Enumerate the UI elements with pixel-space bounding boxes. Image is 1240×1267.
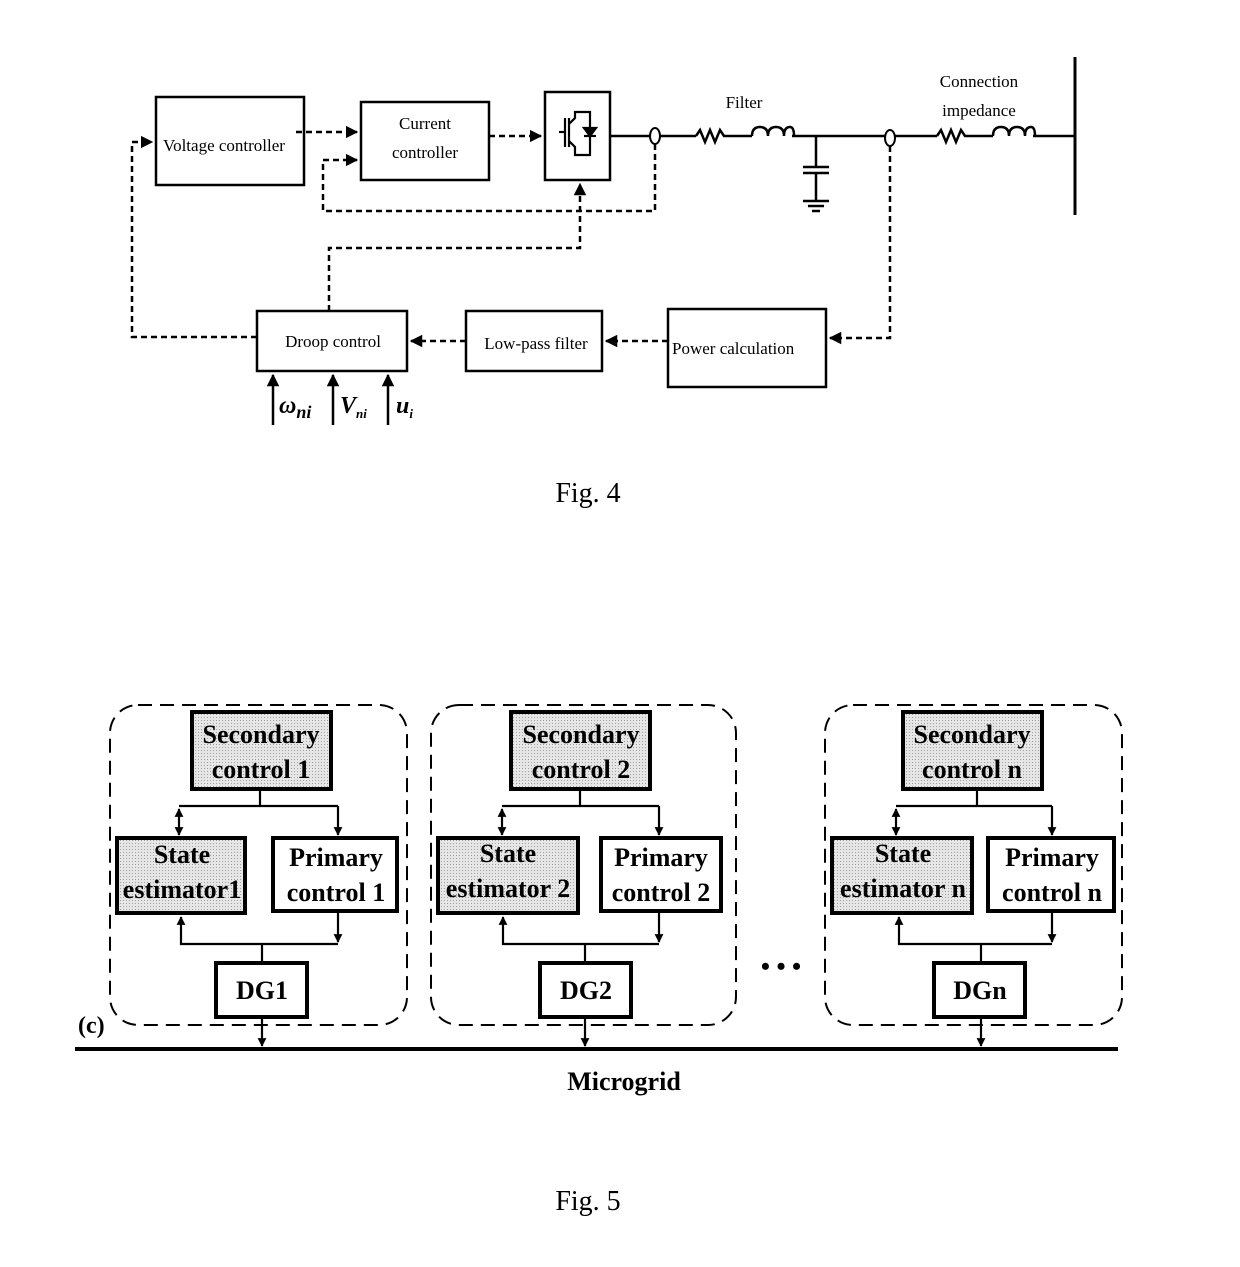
fig5-caption: Fig. 5 — [555, 1186, 620, 1217]
dg-unit-n: Secondary control n State estimator n Pr… — [824, 704, 1123, 1047]
fig5: Secondary control 1 State estimator1 Pri… — [75, 704, 1123, 1217]
fig4-caption: Fig. 4 — [555, 478, 620, 509]
ellipsis: • • • — [761, 952, 801, 981]
voltage-sensor-icon — [884, 129, 896, 147]
diagram-canvas: Voltage controller Current controller Fi… — [75, 57, 1123, 1217]
current-controller-label-1: Current — [399, 114, 451, 133]
omega-input-label: ωni — [279, 393, 311, 422]
primary-control-label-1: Primary — [289, 843, 383, 872]
voltage-controller-block: Voltage controller — [154, 95, 306, 187]
secondary-control-label-1: Secondary — [523, 720, 640, 749]
voltage-controller-label: Voltage controller — [163, 136, 285, 155]
primary-control-label-2: control n — [1002, 878, 1102, 907]
filter-inductor-icon — [750, 125, 796, 137]
secondary-control-label-2: control 1 — [212, 755, 310, 784]
power-calculation-label: Power calculation — [672, 339, 795, 358]
current-controller-block: Current controller — [359, 100, 491, 182]
line-resistor-icon — [935, 126, 993, 146]
dg-label: DG1 — [236, 976, 288, 1005]
low-pass-filter-label: Low-pass filter — [484, 334, 588, 353]
dg-label: DGn — [953, 976, 1007, 1005]
state-estimator-label-1: State — [480, 839, 536, 868]
primary-control-label-2: control 1 — [287, 878, 385, 907]
dg-label: DG2 — [560, 976, 612, 1005]
voltage-input-label: Vni — [340, 393, 367, 421]
microgrid-label: Microgrid — [567, 1067, 681, 1096]
state-estimator-label-2: estimator 2 — [446, 874, 570, 903]
current-sensor-icon — [649, 127, 661, 145]
dg-unit-2: Secondary control 2 State estimator 2 Pr… — [430, 704, 737, 1047]
primary-control-label-2: control 2 — [612, 878, 710, 907]
line-inductor-icon — [991, 125, 1037, 137]
u-input-label: ui — [396, 393, 413, 421]
connection-impedance-label-2: impedance — [942, 101, 1016, 120]
state-estimator-label-2: estimator n — [840, 874, 966, 903]
inverter-block — [543, 90, 612, 182]
panel-label: (c) — [78, 1013, 105, 1039]
fig4: Voltage controller Current controller Fi… — [130, 57, 1077, 509]
secondary-control-label-1: Secondary — [203, 720, 320, 749]
primary-control-label-1: Primary — [1005, 843, 1099, 872]
secondary-control-label-1: Secondary — [914, 720, 1031, 749]
state-estimator-label-1: State — [875, 839, 931, 868]
secondary-control-label-2: control 2 — [532, 755, 630, 784]
low-pass-filter-block: Low-pass filter — [464, 309, 604, 373]
current-controller-label-2: controller — [392, 143, 458, 162]
filter-label: Filter — [726, 93, 763, 112]
filter-capacitor-icon — [803, 136, 829, 201]
state-estimator-label-2: estimator1 — [123, 875, 241, 904]
connection-impedance-label-1: Connection — [940, 72, 1019, 91]
dg-unit-1: Secondary control 1 State estimator1 Pri… — [109, 704, 408, 1047]
droop-control-label: Droop control — [285, 332, 381, 351]
secondary-control-label-2: control n — [922, 755, 1022, 784]
ground-icon — [803, 199, 829, 213]
droop-control-block: Droop control — [255, 309, 409, 373]
state-estimator-label-1: State — [154, 840, 210, 869]
power-calculation-block: Power calculation — [666, 307, 828, 389]
droop-inputs: ωni Vni ui — [266, 373, 413, 425]
filter-resistor-icon — [694, 126, 752, 146]
primary-control-label-1: Primary — [614, 843, 708, 872]
